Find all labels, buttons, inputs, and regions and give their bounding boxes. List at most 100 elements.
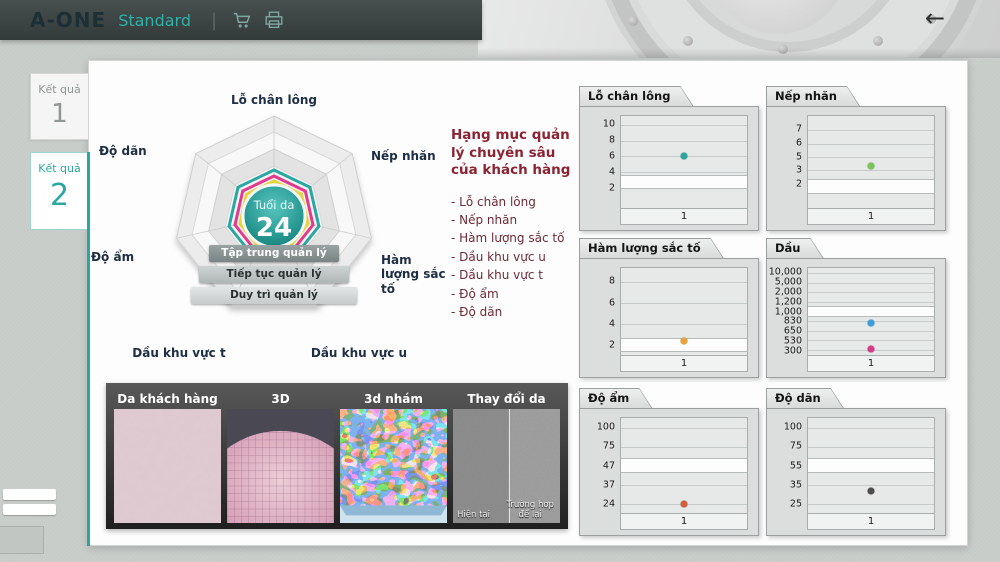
chart-title: Độ ẩm bbox=[580, 389, 651, 408]
tab-result-2-number: 2 bbox=[31, 178, 88, 213]
management-item: - Nếp nhăn bbox=[451, 211, 601, 229]
gridline bbox=[808, 130, 934, 131]
data-point bbox=[681, 338, 688, 345]
x-tick-label: 1 bbox=[868, 211, 874, 222]
bolt-icon bbox=[778, 44, 788, 54]
gridline bbox=[808, 302, 934, 303]
main-panel: Tuổi da 24 Lỗ chân lông Nếp nhăn Hàm lượ… bbox=[88, 60, 968, 546]
y-tick-label: 24 bbox=[603, 499, 615, 510]
x-axis: 1 bbox=[807, 356, 935, 372]
y-tick-label: 2 bbox=[609, 340, 615, 351]
tab-result-1[interactable]: Kết quả 1 bbox=[30, 73, 88, 140]
gridline bbox=[621, 428, 747, 429]
radar-axis-dau-t: Dầu khu vực t bbox=[124, 346, 234, 360]
cart-icon[interactable] bbox=[231, 9, 253, 31]
data-point bbox=[681, 152, 688, 159]
y-tick-label: 10 bbox=[603, 119, 615, 130]
skin-age-label: Tuổi da bbox=[253, 198, 295, 212]
caption-current: Hiện tại bbox=[457, 511, 500, 521]
plot-area bbox=[620, 267, 748, 356]
plot-area bbox=[807, 417, 935, 514]
x-axis: 1 bbox=[620, 209, 748, 225]
gridline bbox=[808, 428, 934, 429]
y-tick-label: 25 bbox=[790, 499, 802, 510]
skin-photo[interactable] bbox=[114, 409, 221, 523]
y-tick-label: 3 bbox=[796, 165, 802, 176]
gallery-title: 3D bbox=[227, 389, 334, 409]
chart-body: 108642 1 bbox=[579, 106, 759, 231]
y-tick-label: 37 bbox=[603, 479, 615, 490]
gridline bbox=[621, 172, 747, 173]
x-axis: 1 bbox=[807, 514, 935, 530]
gridline bbox=[808, 504, 934, 505]
skin-roughness-heatmap[interactable] bbox=[340, 409, 447, 523]
x-tick-label: 1 bbox=[868, 516, 874, 527]
management-item: - Độ dãn bbox=[451, 303, 601, 321]
gallery-cell-roughness: 3d nhám bbox=[340, 389, 447, 523]
active-tab-accent bbox=[87, 152, 90, 546]
chart-body: 10075553525 1 bbox=[766, 408, 946, 536]
tab-result-2-label: Kết quả bbox=[31, 162, 88, 175]
y-tick-label: 75 bbox=[790, 441, 802, 452]
skin-change-comparison[interactable]: Hiện tại Trường hợp để lại bbox=[453, 409, 560, 523]
chart-body: 76532 1 bbox=[766, 106, 946, 231]
x-axis: 1 bbox=[620, 356, 748, 372]
chart-body: 8642 1 bbox=[579, 258, 759, 378]
mini-chart-elasticity: Độ dãn 10075553525 1 bbox=[766, 388, 946, 536]
corner-tab[interactable] bbox=[0, 526, 44, 554]
chart-tab: Độ dãn bbox=[766, 388, 844, 408]
caption-projected: Trường hợp để lại bbox=[502, 501, 558, 521]
gridline bbox=[808, 331, 934, 332]
chart-title: Nếp nhăn bbox=[767, 87, 859, 106]
gallery-title: Da khách hàng bbox=[114, 389, 221, 409]
printer-icon[interactable] bbox=[263, 9, 285, 31]
chart-tab: Nếp nhăn bbox=[766, 86, 860, 106]
management-item: - Dầu khu vực t bbox=[451, 266, 601, 284]
page-chip-2[interactable] bbox=[3, 504, 56, 515]
gridline bbox=[808, 340, 934, 341]
y-tick-label: 100 bbox=[784, 421, 802, 432]
brand-suffix: Standard bbox=[118, 11, 191, 30]
gridline bbox=[808, 144, 934, 145]
management-item: - Hàm lượng sắc tố bbox=[451, 229, 601, 247]
radar-axis-do-dan: Độ dãn bbox=[99, 144, 147, 158]
y-tick-label: 100 bbox=[597, 421, 615, 432]
gridline bbox=[808, 273, 934, 274]
back-arrow-icon[interactable]: ← bbox=[925, 4, 945, 32]
gridline bbox=[621, 303, 747, 304]
gridline bbox=[808, 292, 934, 293]
mini-chart-pigment: Hàm lượng sắc tố 8642 1 bbox=[579, 238, 759, 378]
y-tick-label: 6 bbox=[796, 138, 802, 149]
y-tick-label: 75 bbox=[603, 441, 615, 452]
management-item: - Lỗ chân lông bbox=[451, 193, 601, 211]
gridline bbox=[621, 324, 747, 325]
bolt-icon bbox=[628, 16, 638, 26]
gridline bbox=[808, 157, 934, 158]
skin-3d-mesh[interactable] bbox=[227, 409, 334, 523]
y-tick-label: 300 bbox=[784, 345, 802, 356]
y-axis: 10075473724 bbox=[582, 417, 620, 514]
chart-body: 10075473724 1 bbox=[579, 408, 759, 536]
mini-chart-pores: Lỗ chân lông 108642 1 bbox=[579, 86, 759, 231]
y-tick-label: 6 bbox=[609, 151, 615, 162]
mini-chart-oil: Dầu 10,0005,0002,0001,2001,0008306505303… bbox=[766, 238, 946, 378]
tab-result-2[interactable]: Kết quả 2 bbox=[30, 152, 88, 230]
gallery-title: 3d nhám bbox=[340, 389, 447, 409]
highlight-band bbox=[808, 306, 934, 316]
radar-axis-do-am: Độ ẩm bbox=[91, 250, 141, 264]
gridline bbox=[808, 170, 934, 171]
management-title: Hạng mục quản lý chuyên sâu của khách hà… bbox=[451, 127, 583, 180]
radar-axis-ham-luong: Hàm lượng sắc tố bbox=[381, 253, 453, 296]
chart-body: 10,0005,0002,0001,2001,000830650530300 1 bbox=[766, 258, 946, 378]
chart-tab: Lỗ chân lông bbox=[579, 86, 693, 106]
tab-result-1-number: 1 bbox=[31, 99, 88, 129]
y-tick-label: 2 bbox=[796, 178, 802, 189]
gallery-cell-skin: Da khách hàng bbox=[114, 389, 221, 523]
radar-axis-nep-nhan: Nếp nhăn bbox=[371, 149, 436, 163]
y-tick-label: 8 bbox=[609, 135, 615, 146]
radar-axis-lo-chan-long: Lỗ chân lông bbox=[204, 93, 344, 107]
y-tick-label: 7 bbox=[796, 124, 802, 135]
image-gallery: Da khách hàng 3D bbox=[106, 383, 568, 529]
page-chip-1[interactable] bbox=[3, 489, 56, 500]
mini-chart-wrinkles: Nếp nhăn 76532 1 bbox=[766, 86, 946, 231]
